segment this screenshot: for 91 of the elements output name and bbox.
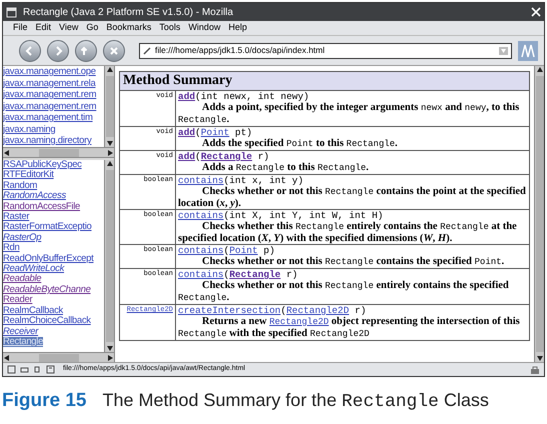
method-description: Checks whether or not this Rectangle contains the point at the specified location (x, y). (178, 186, 527, 209)
class-link[interactable]: ReadOnlyBufferExcept (3, 254, 94, 264)
class-link[interactable]: Receiver (3, 326, 38, 337)
method-description: Adds a point, specified by the integer arguments newx and newy, to this Rectangle. (178, 102, 520, 126)
class-link[interactable]: RandomAccess (3, 191, 66, 202)
right-arrow-icon[interactable] (106, 148, 114, 156)
method-link[interactable]: contains (178, 210, 224, 221)
package-link[interactable]: javax.naming (3, 124, 104, 135)
class-link[interactable]: Readable (3, 274, 42, 285)
down-arrow-icon[interactable] (536, 354, 544, 362)
method-description: Checks whether or not this Rectangle contains the specified Point. (201, 256, 506, 268)
method-description: Checks whether this Rectangle entirely contains the Rectangle at the specified location (X, Y) with the specified dimensions (W, H). (178, 221, 518, 244)
method-description: Adds a Rectangle to this Rectangle. (201, 162, 370, 174)
up-arrow-icon[interactable] (106, 160, 114, 168)
class-link[interactable]: RealmChoiceCallback (3, 316, 91, 326)
class-link[interactable]: Random (3, 180, 38, 192)
class-link[interactable]: RandomAccessFile (3, 202, 80, 212)
method-signature: add(Rectangle r) (178, 151, 270, 162)
method-link[interactable]: contains (178, 269, 224, 280)
class-link[interactable]: Reader (3, 295, 32, 306)
method-link[interactable]: Rectangle (229, 269, 281, 280)
horizontal-scrollbar[interactable] (3, 147, 114, 157)
class-link[interactable]: Raster (3, 212, 30, 222)
menu-item[interactable]: Help (228, 21, 247, 35)
method-link[interactable]: createIntersection (178, 305, 281, 316)
package-link[interactable]: javax.naming.directory (3, 135, 104, 146)
vertical-scrollbar[interactable] (104, 66, 114, 147)
class-link[interactable]: RSAPublicKeySpec (3, 160, 82, 170)
status-icon[interactable] (46, 365, 55, 374)
figure-label: Figure 15 (2, 389, 86, 413)
package-link[interactable]: javax.management.ope (3, 66, 104, 78)
package-link[interactable]: javax.management.tim (3, 112, 104, 124)
class-link[interactable]: RasterOp (3, 232, 42, 244)
class-link[interactable]: ReadableByteChanne (3, 284, 91, 296)
method-link[interactable]: Rectangle2D (286, 305, 350, 316)
class-link[interactable]: RasterFormatExceptio (3, 222, 92, 233)
method-link[interactable]: Point (200, 127, 230, 138)
menu-item[interactable]: Go (86, 21, 98, 35)
menu-item[interactable]: Bookmarks (106, 21, 152, 35)
method-signature: add(Point pt) (178, 127, 254, 138)
horizontal-scrollbar[interactable] (3, 352, 114, 362)
method-link[interactable]: contains (178, 245, 224, 256)
up-arrow-icon[interactable] (106, 66, 114, 74)
method-link[interactable]: Rectangle (200, 151, 252, 162)
method-signature: contains(Rectangle r) (178, 269, 299, 280)
down-arrow-icon[interactable] (106, 139, 114, 147)
left-arrow-icon[interactable] (3, 148, 11, 156)
method-link[interactable]: add (178, 127, 196, 138)
method-link[interactable]: contains (178, 175, 224, 186)
method-link[interactable]: add (178, 91, 196, 102)
package-link[interactable]: javax.management.rem (3, 100, 104, 112)
x-mark-icon (108, 44, 120, 56)
menu-item[interactable]: View (59, 21, 78, 35)
method-description: Returns a new Rectangle2D object representing the intersection of this Rectangle with the specified Rectangle2D (178, 316, 521, 340)
class-link[interactable]: RealmCallback (3, 306, 63, 316)
lock-icon (530, 365, 540, 374)
method-description: Adds the specified Point to this Rectangle. (201, 138, 399, 150)
up-arrow-icon[interactable] (536, 66, 544, 74)
left-arrow-icon[interactable] (3, 354, 11, 362)
down-arrow-icon[interactable] (106, 344, 114, 352)
method-link[interactable]: add (178, 151, 196, 162)
class-link[interactable]: Rdn (3, 243, 20, 254)
right-arrow-icon[interactable] (106, 354, 114, 362)
vertical-scrollbar[interactable] (104, 160, 114, 352)
reload-button[interactable] (75, 40, 97, 62)
menu-item[interactable]: Tools (159, 21, 180, 35)
forward-button[interactable] (47, 40, 69, 62)
method-signature: contains(int X, int Y, int W, int H) (178, 210, 384, 221)
section-heading: Method Summary (120, 72, 529, 91)
class-link[interactable]: RTFEditorKit (3, 170, 54, 181)
method-description: Checks whether or not this Rectangle entirely contains the specified Rectangle. (178, 280, 510, 304)
window-menu-icon[interactable] (6, 6, 17, 18)
method-signature: contains(int x, int y) (178, 175, 304, 186)
method-signature: add(int newx, int newy) (178, 91, 310, 102)
method-link[interactable]: Point (229, 245, 258, 256)
method-signature: contains(Point p) (178, 245, 276, 256)
back-button[interactable] (19, 40, 41, 62)
stop-button[interactable] (103, 40, 125, 62)
vertical-scrollbar[interactable] (534, 66, 544, 362)
menu-item[interactable]: Edit (36, 21, 52, 35)
class-link[interactable]: ReadWriteLock (3, 264, 64, 274)
package-link[interactable]: javax.management.rela (3, 78, 104, 89)
address-field[interactable]: file:///home/apps/jdk1.5.0/docs/api/index.html (139, 42, 512, 58)
menu-item[interactable]: File (13, 21, 28, 35)
figure-caption: The Method Summary for the Rectangle Class (102, 389, 489, 414)
close-icon[interactable] (531, 7, 541, 17)
method-signature: createIntersection(Rectangle2D r) (178, 305, 368, 316)
window-title: Rectangle (Java 2 Platform SE v1.5.0) - Mozilla (23, 6, 234, 20)
package-link[interactable]: javax.management.rem (3, 89, 104, 100)
menu-item[interactable]: Window (188, 21, 220, 35)
class-link[interactable]: Rectangle2D (269, 317, 329, 327)
